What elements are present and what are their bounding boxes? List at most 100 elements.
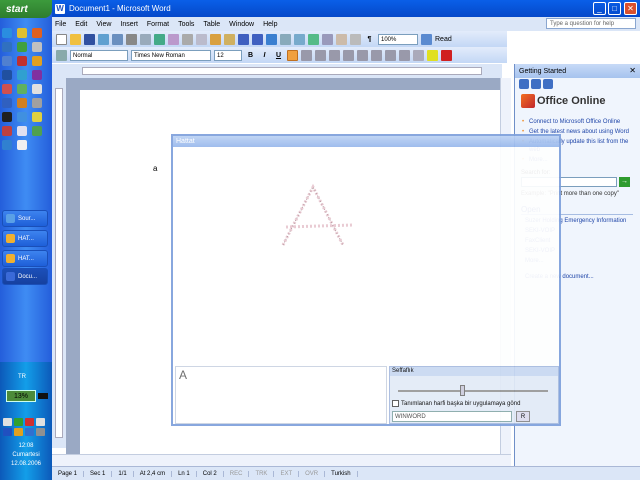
align-right-icon[interactable]	[315, 49, 326, 61]
quicklaunch-icon[interactable]	[32, 70, 42, 80]
quicklaunch-icon[interactable]	[32, 28, 42, 38]
tray-icon[interactable]	[36, 428, 45, 436]
go-arrow-icon[interactable]: →	[618, 177, 630, 187]
font-color-icon[interactable]	[441, 49, 452, 61]
undo-icon[interactable]	[238, 33, 249, 45]
copy-icon[interactable]	[196, 33, 207, 45]
close-button[interactable]: ✕	[624, 2, 637, 15]
drawing-icon[interactable]	[336, 33, 347, 45]
quicklaunch-icon[interactable]	[2, 84, 12, 94]
quicklaunch-icon[interactable]	[17, 126, 27, 136]
zoom-select[interactable]: 100%	[378, 33, 418, 45]
menu-window[interactable]: Window	[229, 21, 254, 28]
help-search-input[interactable]: Type a question for help	[546, 18, 636, 29]
help-icon[interactable]	[421, 33, 432, 45]
status-ext[interactable]: EXT	[274, 470, 300, 477]
columns-icon[interactable]	[322, 33, 333, 45]
cut-icon[interactable]	[182, 33, 193, 45]
task-pane-title[interactable]: Getting Started ✕	[515, 64, 640, 78]
menu-file[interactable]: File	[55, 21, 66, 28]
menu-tools[interactable]: Tools	[178, 21, 194, 28]
forward-icon[interactable]	[531, 79, 541, 89]
title-bar[interactable]: W Document1 - Microsoft Word _ □ ✕	[52, 0, 640, 17]
quicklaunch-icon[interactable]	[17, 28, 27, 38]
slider-thumb[interactable]	[460, 385, 465, 396]
read-button[interactable]: Read	[435, 36, 452, 43]
send-to-app-checkbox[interactable]: Tanımlanan harfi başka bir uygulamaya gö…	[392, 400, 520, 407]
styles-icon[interactable]	[56, 49, 67, 61]
horizontal-ruler[interactable]	[52, 64, 502, 78]
status-rec[interactable]: REC	[224, 470, 250, 477]
email-icon[interactable]	[112, 33, 123, 45]
quicklaunch-icon[interactable]	[2, 28, 12, 38]
paste-icon[interactable]	[210, 33, 221, 45]
print-preview-icon[interactable]	[140, 33, 151, 45]
status-pages[interactable]: 1/1	[112, 470, 134, 477]
print-icon[interactable]	[126, 33, 137, 45]
quicklaunch-icon[interactable]	[2, 56, 12, 66]
tray-icon[interactable]	[36, 418, 45, 426]
menu-help[interactable]: Help	[263, 21, 277, 28]
quicklaunch-icon[interactable]	[2, 42, 12, 52]
redo-icon[interactable]	[252, 33, 263, 45]
task-button-hattat-2[interactable]: HAT...	[2, 250, 48, 267]
document-text[interactable]: a	[153, 164, 157, 173]
quicklaunch-icon[interactable]	[17, 70, 27, 80]
menu-edit[interactable]: Edit	[75, 21, 87, 28]
format-painter-icon[interactable]	[224, 33, 235, 45]
close-icon[interactable]: ✕	[629, 66, 636, 75]
quicklaunch-icon[interactable]	[32, 112, 42, 122]
font-select[interactable]: Times New Roman	[131, 49, 211, 61]
status-page[interactable]: Page 1	[52, 470, 85, 477]
italic-button[interactable]: I	[259, 52, 270, 59]
recognized-text-box[interactable]: A	[175, 366, 387, 424]
quicklaunch-icon[interactable]	[17, 112, 27, 122]
align-left-icon[interactable]	[287, 49, 298, 61]
tables-borders-icon[interactable]	[280, 33, 291, 45]
align-center-icon[interactable]	[301, 49, 312, 61]
clock[interactable]: 12:08 Cumartesi 12.08.2006	[0, 442, 52, 469]
save-icon[interactable]	[84, 33, 95, 45]
target-app-select[interactable]: WINWORD	[392, 411, 512, 422]
hattat-title-bar[interactable]: Hattat	[173, 136, 559, 147]
quicklaunch-icon[interactable]	[2, 70, 12, 80]
quicklaunch-icon[interactable]	[2, 140, 12, 150]
decrease-indent-icon[interactable]	[385, 49, 396, 61]
vertical-ruler[interactable]	[52, 78, 66, 448]
quicklaunch-icon[interactable]	[2, 126, 12, 136]
bullets-icon[interactable]	[371, 49, 382, 61]
document-map-icon[interactable]	[350, 33, 361, 45]
drawing-canvas[interactable]	[173, 147, 559, 365]
status-language[interactable]: Turkish	[325, 470, 358, 477]
start-button[interactable]: start	[0, 0, 52, 18]
quicklaunch-icon[interactable]	[32, 84, 42, 94]
tray-icon[interactable]	[14, 428, 23, 436]
r-button[interactable]: R	[516, 411, 530, 422]
menu-format[interactable]: Format	[147, 21, 169, 28]
tray-icon[interactable]	[14, 418, 23, 426]
highlight-icon[interactable]	[427, 49, 438, 61]
task-button-document[interactable]: Docu...	[2, 268, 48, 285]
home-icon[interactable]	[543, 79, 553, 89]
minimize-button[interactable]: _	[593, 2, 606, 15]
permission-icon[interactable]	[98, 33, 109, 45]
open-folder-icon[interactable]	[70, 33, 81, 45]
quicklaunch-icon[interactable]	[17, 140, 27, 150]
menu-table[interactable]: Table	[203, 21, 220, 28]
status-col[interactable]: Col 2	[197, 470, 224, 477]
underline-button[interactable]: U	[273, 52, 284, 59]
link-connect-office-online[interactable]: Connect to Microsoft Office Online	[522, 118, 632, 126]
maximize-button[interactable]: □	[608, 2, 621, 15]
justify-icon[interactable]	[329, 49, 340, 61]
show-hide-icon[interactable]: ¶	[364, 36, 375, 43]
horizontal-scrollbar[interactable]	[52, 454, 511, 466]
borders-icon[interactable]	[413, 49, 424, 61]
task-button-hattat[interactable]: HAT...	[2, 230, 48, 247]
quicklaunch-icon[interactable]	[32, 56, 42, 66]
quicklaunch-icon[interactable]	[17, 42, 27, 52]
status-at[interactable]: At 2,4 cm	[134, 470, 173, 477]
spelling-icon[interactable]	[154, 33, 165, 45]
status-ovr[interactable]: OVR	[299, 470, 326, 477]
tray-icon[interactable]	[25, 428, 34, 436]
back-icon[interactable]	[519, 79, 529, 89]
